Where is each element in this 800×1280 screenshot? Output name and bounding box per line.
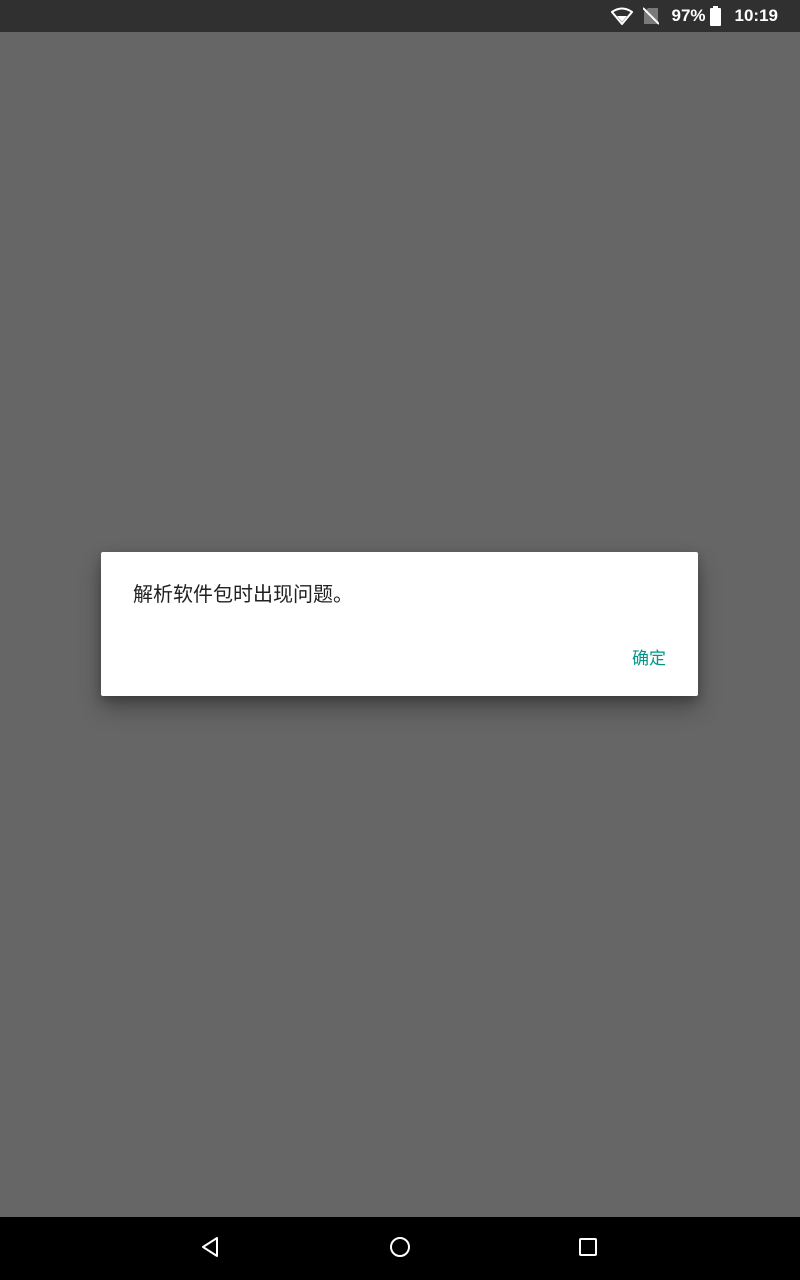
home-button[interactable] xyxy=(370,1217,430,1280)
recents-button[interactable] xyxy=(558,1217,618,1280)
status-icons: 97% 10:19 xyxy=(611,0,778,32)
clock: 10:19 xyxy=(734,6,778,25)
recents-icon xyxy=(579,1237,597,1260)
battery-percentage: 97% xyxy=(671,6,706,25)
wifi-icon xyxy=(611,7,634,25)
back-button[interactable] xyxy=(180,1217,240,1280)
home-icon xyxy=(389,1236,411,1262)
error-dialog: 解析软件包时出现问题。 确定 xyxy=(101,552,698,696)
no-sim-icon xyxy=(643,7,660,25)
battery-icon xyxy=(709,6,721,26)
screen: 97% 10:19 解析软件包时出现问题。 确定 xyxy=(0,0,800,1280)
dialog-message: 解析软件包时出现问题。 xyxy=(133,582,353,606)
navigation-bar xyxy=(0,1217,800,1280)
ok-button[interactable]: 确定 xyxy=(632,644,666,669)
back-icon xyxy=(200,1236,220,1262)
status-bar: 97% 10:19 xyxy=(0,0,800,32)
